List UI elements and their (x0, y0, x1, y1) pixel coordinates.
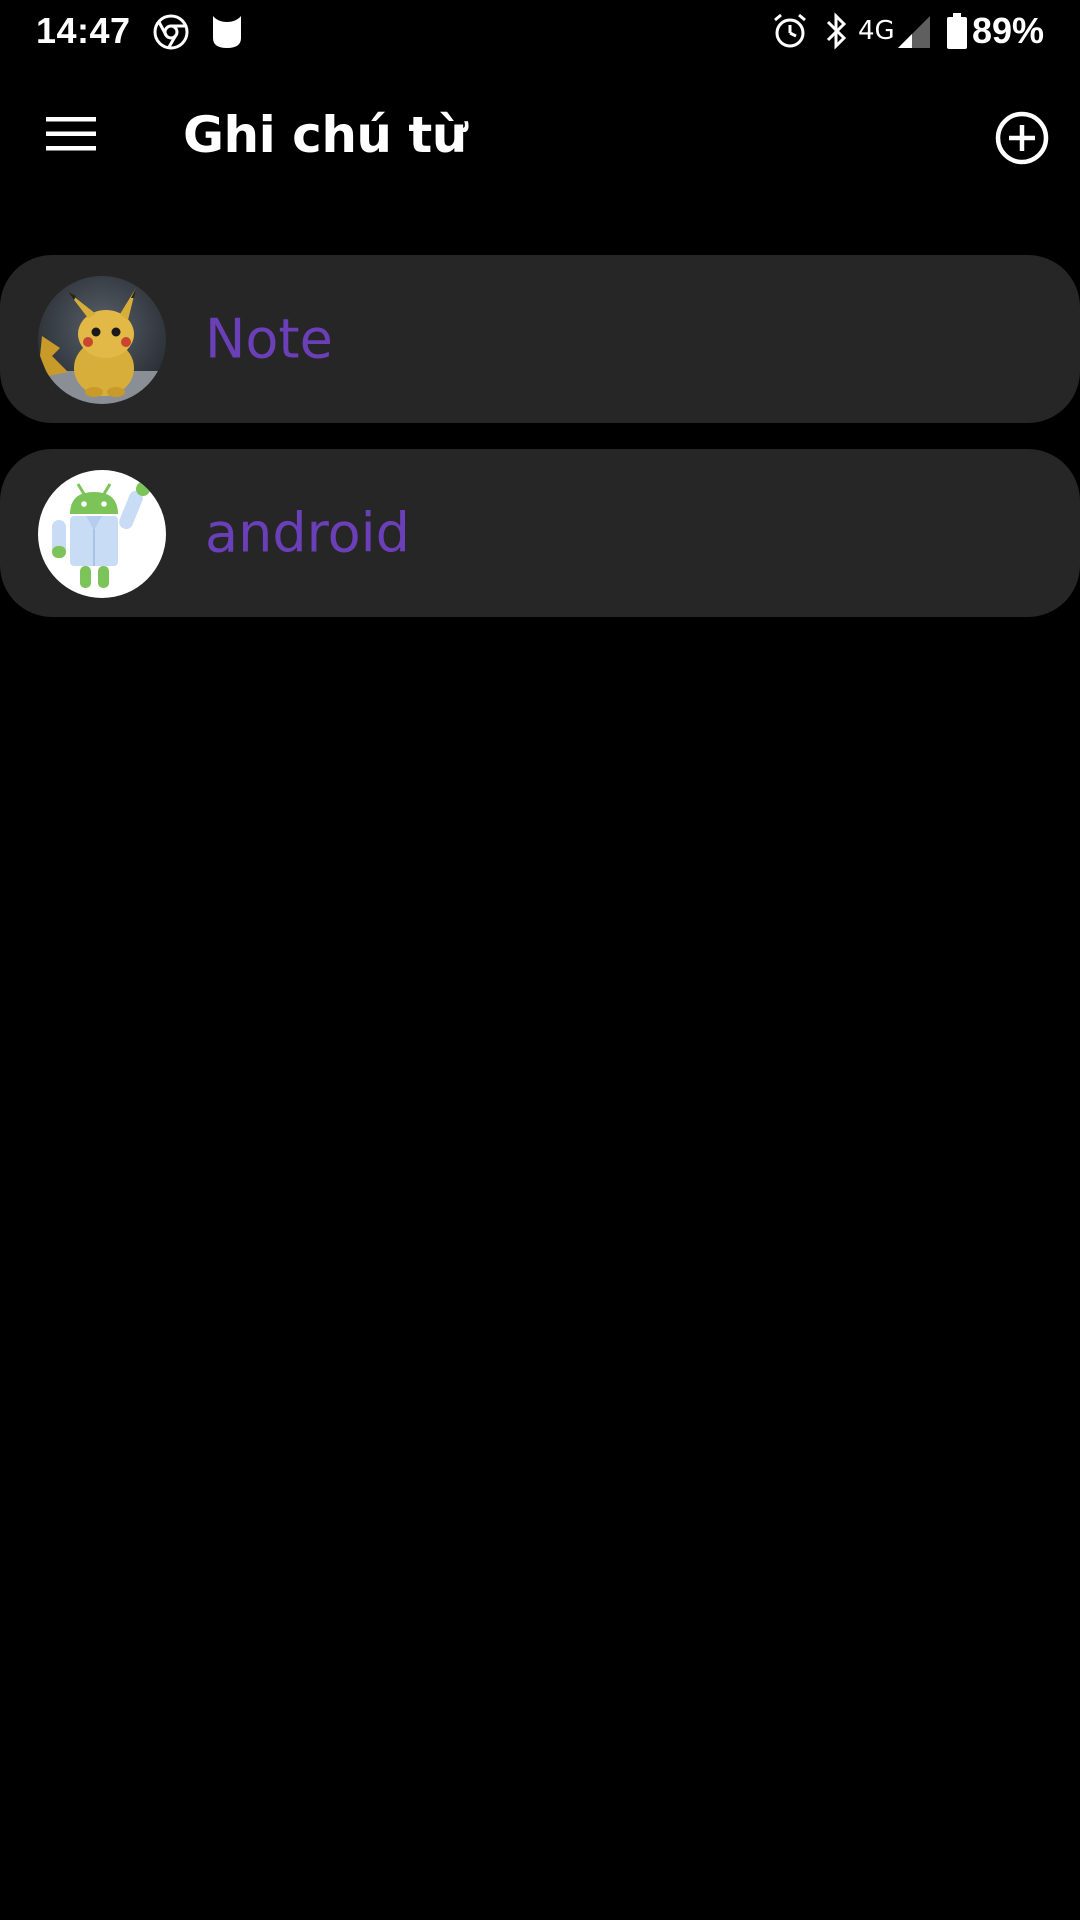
signal-icon (898, 16, 930, 53)
note-title: Note (205, 307, 333, 371)
network-type: 4G (858, 16, 895, 46)
app-bar: Ghi chú từ (0, 64, 1080, 204)
list-item[interactable]: android (0, 449, 1080, 617)
android-avatar (38, 470, 166, 598)
menu-button[interactable] (26, 104, 116, 164)
add-note-button[interactable] (984, 100, 1060, 176)
note-list: Note android (0, 255, 1080, 643)
status-bar: 14:47 4G 89% (0, 0, 1080, 64)
app-notification-icon (210, 12, 244, 55)
pikachu-avatar (38, 276, 166, 404)
list-item[interactable]: Note (0, 255, 1080, 423)
battery-level: 89% (971, 10, 1044, 51)
status-time: 14:47 (36, 10, 131, 51)
note-title: android (205, 501, 410, 565)
battery-icon (946, 12, 968, 55)
add-circle-icon (995, 111, 1049, 165)
bluetooth-icon (824, 12, 850, 55)
hamburger-menu-icon (46, 117, 96, 151)
page-title: Ghi chú từ (183, 106, 467, 164)
chrome-icon (152, 13, 190, 56)
alarm-icon (772, 12, 808, 55)
